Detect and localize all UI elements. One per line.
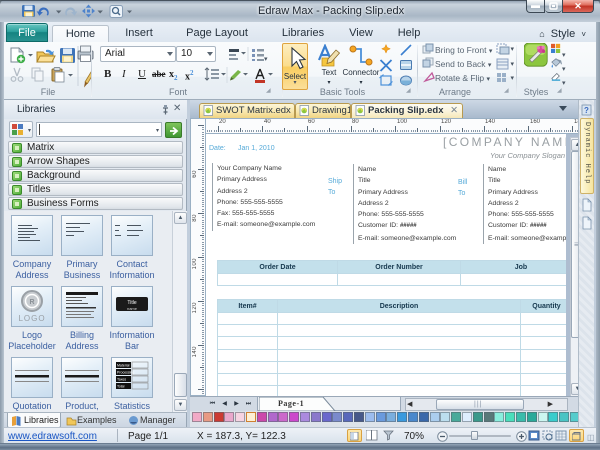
svg-text:LOGO: LOGO bbox=[18, 314, 45, 323]
svg-text:Taxes: Taxes bbox=[117, 378, 126, 382]
svg-text:Processing: Processing bbox=[117, 371, 134, 375]
svg-text:Material: Material bbox=[117, 364, 130, 368]
svg-text:name: name bbox=[127, 306, 138, 311]
svg-text:R: R bbox=[29, 299, 34, 306]
svg-text:Total: Total bbox=[117, 385, 125, 389]
svg-text:?: ? bbox=[584, 106, 589, 115]
